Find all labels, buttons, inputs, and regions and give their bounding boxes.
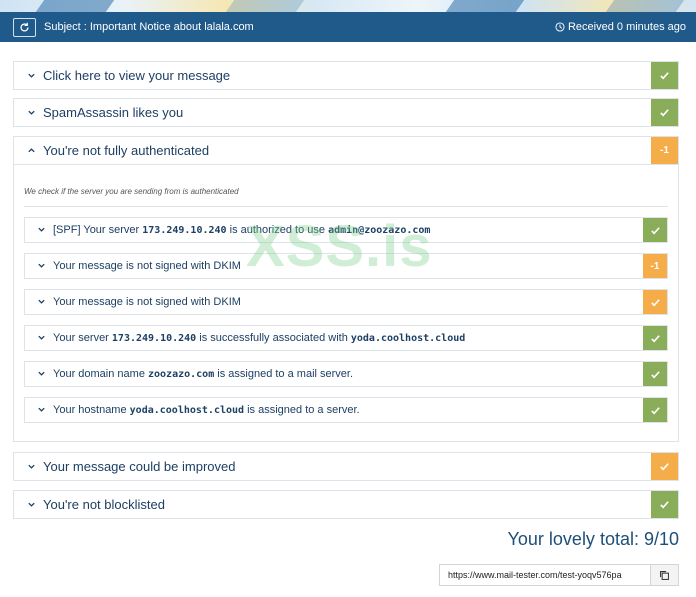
warn-badge <box>643 290 667 314</box>
check-icon <box>660 72 669 80</box>
top-banner <box>0 0 696 12</box>
chevron-down-icon <box>27 500 37 510</box>
pass-badge <box>643 362 667 386</box>
score-badge: -1 <box>651 137 678 164</box>
chevron-down-icon <box>37 405 47 415</box>
chevron-down-icon <box>27 462 37 472</box>
check-icon <box>650 226 660 234</box>
auth-item-spf[interactable]: [SPF] Your server 173.249.10.240 is auth… <box>24 217 668 243</box>
auth-item-text: Your domain name zoozazo.com is assigned… <box>53 368 354 380</box>
panel-blocklist[interactable]: You're not blocklisted <box>13 490 679 519</box>
chevron-down-icon <box>37 369 47 379</box>
total-score: Your lovely total: 9/10 <box>507 529 679 549</box>
copy-button[interactable] <box>650 565 678 585</box>
chevron-down-icon <box>37 261 47 271</box>
pass-badge <box>643 398 667 422</box>
auth-item-mx[interactable]: Your domain name zoozazo.com is assigned… <box>24 361 668 387</box>
auth-item-text: Your hostname yoda.coolhost.cloud is ass… <box>53 404 360 416</box>
check-icon <box>650 298 660 306</box>
panel-title: SpamAssassin likes you <box>43 105 184 120</box>
auth-item-text: Your message is not signed with DKIM <box>53 296 241 308</box>
chevron-up-icon <box>27 146 37 156</box>
refresh-button[interactable] <box>13 17 36 37</box>
warn-badge <box>651 453 678 480</box>
chevron-down-icon <box>27 71 37 81</box>
refresh-icon <box>20 22 29 32</box>
check-icon <box>650 406 660 414</box>
check-icon <box>650 370 660 378</box>
check-icon <box>660 463 669 471</box>
received-time: Received 0 minutes ago <box>555 21 686 33</box>
check-icon <box>660 109 669 117</box>
panel-title: You're not fully authenticated <box>43 143 210 158</box>
auth-item-hostname[interactable]: Your hostname yoda.coolhost.cloud is ass… <box>24 397 668 423</box>
share-url-group <box>439 564 679 586</box>
auth-item-dkim[interactable]: Your message is not signed with DKIM -1 <box>24 253 668 279</box>
auth-item-text: Your message is not signed with DKIM <box>53 260 241 272</box>
pass-badge <box>643 218 667 242</box>
pass-badge <box>651 491 678 518</box>
panel-authentication-header[interactable]: You're not fully authenticated -1 <box>14 137 678 164</box>
panel-authentication: You're not fully authenticated -1 We che… <box>13 136 679 442</box>
auth-item-reverse-dns[interactable]: Your server 173.249.10.240 is successful… <box>24 325 668 351</box>
clock-icon <box>555 22 565 32</box>
panel-title: Click here to view your message <box>43 68 231 83</box>
chevron-down-icon <box>27 108 37 118</box>
auth-item-text: [SPF] Your server 173.249.10.240 is auth… <box>53 224 431 236</box>
panel-title: Your message could be improved <box>43 459 236 474</box>
share-url-input[interactable] <box>440 565 650 585</box>
panel-title: You're not blocklisted <box>43 497 165 512</box>
auth-note: We check if the server you are sending f… <box>24 165 668 207</box>
pass-badge <box>643 326 667 350</box>
chevron-down-icon <box>37 225 47 235</box>
message-header: Subject : Important Notice about lalala.… <box>0 12 696 42</box>
panel-improvements[interactable]: Your message could be improved <box>13 452 679 481</box>
auth-item-text: Your server 173.249.10.240 is successful… <box>53 332 466 344</box>
check-icon <box>650 334 660 342</box>
chevron-down-icon <box>37 297 47 307</box>
panel-view-message[interactable]: Click here to view your message <box>13 61 679 90</box>
pass-badge <box>651 62 678 89</box>
pass-badge <box>651 99 678 126</box>
check-icon <box>660 501 669 509</box>
chevron-down-icon <box>37 333 47 343</box>
auth-item-dkim-2[interactable]: Your message is not signed with DKIM <box>24 289 668 315</box>
copy-icon <box>660 570 669 580</box>
received-text: Received 0 minutes ago <box>567 21 686 33</box>
score-badge: -1 <box>643 254 667 278</box>
subject-text: Subject : Important Notice about lalala.… <box>44 21 254 33</box>
panel-spamassassin[interactable]: SpamAssassin likes you <box>13 98 679 127</box>
